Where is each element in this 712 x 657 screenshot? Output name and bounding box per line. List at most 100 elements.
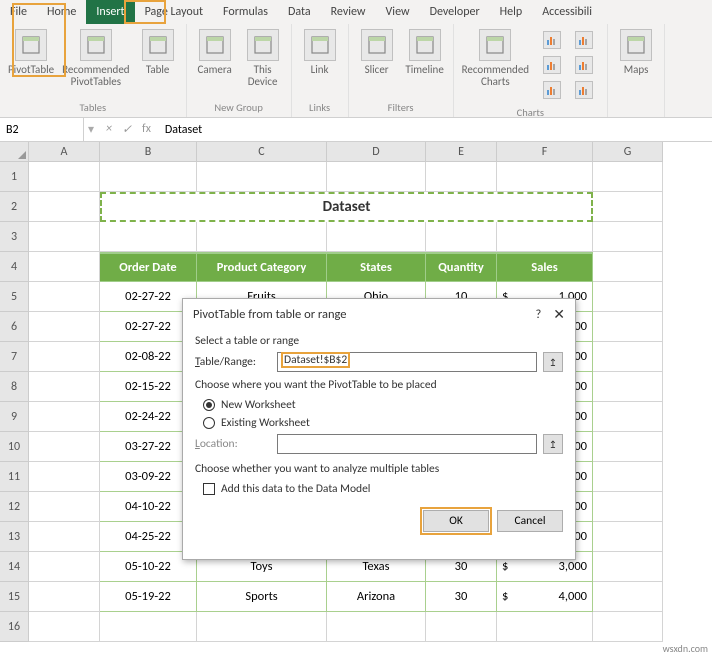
cell[interactable] [100, 612, 197, 642]
cell[interactable] [593, 462, 663, 492]
row-header-6[interactable]: 6 [0, 312, 29, 342]
cell-category[interactable]: Sports [197, 582, 327, 612]
chart-type-icon[interactable] [537, 54, 567, 79]
row-header-12[interactable]: 12 [0, 492, 29, 522]
table-header[interactable]: Order Date [100, 252, 197, 282]
cell[interactable] [593, 582, 663, 612]
chart-type-icon[interactable] [569, 29, 599, 54]
menu-formulas[interactable]: Formulas [213, 0, 278, 24]
cell[interactable] [593, 372, 663, 402]
name-box[interactable]: B2 [0, 118, 84, 141]
menu-developer[interactable]: Developer [420, 0, 490, 24]
cell[interactable] [100, 162, 197, 192]
cell[interactable] [100, 222, 197, 252]
cell[interactable] [593, 342, 663, 372]
cell[interactable] [593, 222, 663, 252]
cell[interactable] [29, 552, 100, 582]
row-header-3[interactable]: 3 [0, 222, 29, 252]
col-header-E[interactable]: E [426, 142, 497, 162]
cell[interactable] [497, 222, 593, 252]
ribbon-recommended-charts[interactable]: RecommendedCharts [458, 27, 533, 106]
ok-button[interactable]: OK [423, 510, 489, 532]
chart-type-icon[interactable] [537, 29, 567, 54]
cell[interactable] [29, 402, 100, 432]
cell[interactable] [426, 162, 497, 192]
menu-data[interactable]: Data [278, 0, 321, 24]
ribbon-maps[interactable]: Maps [612, 27, 660, 114]
row-header-16[interactable]: 16 [0, 612, 29, 642]
cell[interactable] [29, 522, 100, 552]
cell[interactable] [29, 342, 100, 372]
cell[interactable] [593, 192, 663, 222]
col-header-A[interactable]: A [29, 142, 100, 162]
col-header-C[interactable]: C [197, 142, 327, 162]
col-header-F[interactable]: F [497, 142, 593, 162]
cell-state[interactable]: Arizona [327, 582, 426, 612]
cell[interactable] [197, 162, 327, 192]
col-header-B[interactable]: B [100, 142, 197, 162]
menu-help[interactable]: Help [490, 0, 533, 24]
cell[interactable] [593, 492, 663, 522]
row-header-9[interactable]: 9 [0, 402, 29, 432]
cell[interactable] [327, 162, 426, 192]
cell[interactable] [29, 222, 100, 252]
menu-accessibili[interactable]: Accessibili [532, 0, 602, 24]
cell[interactable] [593, 552, 663, 582]
cell[interactable] [593, 402, 663, 432]
cell[interactable] [593, 312, 663, 342]
close-icon[interactable]: ✕ [553, 306, 565, 323]
cell-qty[interactable]: 30 [426, 582, 497, 612]
ribbon-timeline[interactable]: Timeline [401, 27, 449, 101]
ribbon-recommended-pivottables[interactable]: RecommendedPivotTables [58, 27, 133, 101]
chart-type-icon[interactable] [537, 79, 567, 104]
cell[interactable] [29, 462, 100, 492]
row-header-4[interactable]: 4 [0, 252, 29, 282]
row-header-15[interactable]: 15 [0, 582, 29, 612]
cell[interactable] [497, 162, 593, 192]
row-header-5[interactable]: 5 [0, 282, 29, 312]
radio-new-worksheet[interactable]: New Worksheet [195, 396, 563, 414]
dataset-title[interactable]: Dataset [100, 192, 593, 222]
table-range-input[interactable]: Dataset!$B$2 [277, 352, 537, 372]
cell-sales[interactable]: $4,000 [497, 582, 593, 612]
cell[interactable] [327, 222, 426, 252]
row-header-8[interactable]: 8 [0, 372, 29, 402]
cell[interactable] [197, 612, 327, 642]
chart-type-icon[interactable] [569, 79, 599, 104]
cell[interactable] [593, 162, 663, 192]
formula-value[interactable]: Dataset [159, 123, 208, 137]
cell[interactable] [29, 192, 100, 222]
cell[interactable] [593, 432, 663, 462]
chart-type-icon[interactable] [569, 54, 599, 79]
cell[interactable] [29, 492, 100, 522]
col-header-G[interactable]: G [593, 142, 663, 162]
cell[interactable] [593, 252, 663, 282]
ribbon-table[interactable]: Table [134, 27, 182, 101]
cell[interactable] [29, 162, 100, 192]
row-header-1[interactable]: 1 [0, 162, 29, 192]
cell[interactable] [29, 612, 100, 642]
cancel-button[interactable]: Cancel [497, 510, 563, 532]
table-header[interactable]: Product Category [197, 252, 327, 282]
help-icon[interactable]: ? [535, 307, 541, 322]
cell[interactable] [29, 372, 100, 402]
ribbon-camera[interactable]: Camera [191, 27, 239, 101]
menu-view[interactable]: View [376, 0, 420, 24]
menu-insert[interactable]: Insert [86, 0, 134, 24]
cell[interactable] [426, 222, 497, 252]
row-header-13[interactable]: 13 [0, 522, 29, 552]
cell[interactable] [29, 282, 100, 312]
ribbon-slicer[interactable]: Slicer [353, 27, 401, 101]
menu-review[interactable]: Review [321, 0, 376, 24]
cell[interactable] [593, 612, 663, 642]
cell[interactable] [426, 612, 497, 642]
radio-existing-worksheet[interactable]: Existing Worksheet [195, 414, 563, 432]
cell[interactable] [593, 522, 663, 552]
row-header-11[interactable]: 11 [0, 462, 29, 492]
row-header-10[interactable]: 10 [0, 432, 29, 462]
cell[interactable] [29, 582, 100, 612]
row-header-2[interactable]: 2 [0, 192, 29, 222]
cell[interactable] [29, 432, 100, 462]
cell[interactable] [327, 612, 426, 642]
col-header-D[interactable]: D [327, 142, 426, 162]
